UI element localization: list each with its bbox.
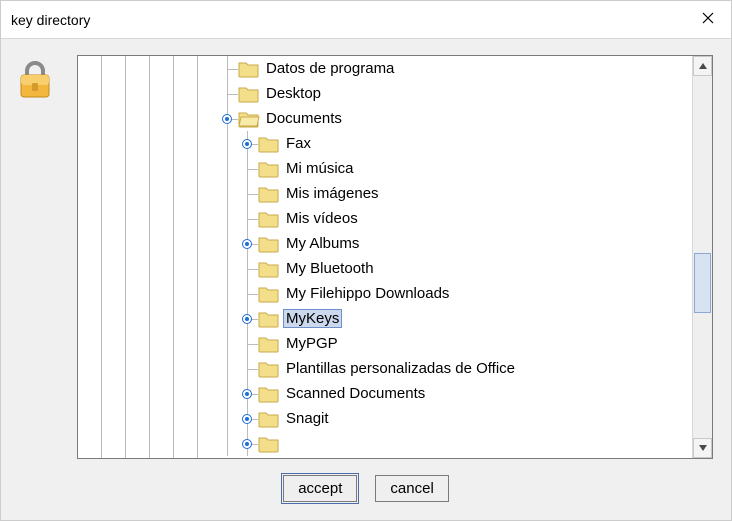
chevron-up-icon — [698, 62, 708, 70]
folder-icon — [258, 435, 280, 453]
tree-node-label: Desktop — [266, 85, 321, 102]
dialog-body: Datos de programa Desktop Documents Fax Mi m… — [1, 39, 731, 463]
tree-node[interactable]: Desktop — [218, 81, 692, 106]
tree-node[interactable]: Mi música — [218, 156, 692, 181]
tree-node[interactable]: Snagit — [218, 406, 692, 431]
folder-icon — [258, 410, 280, 428]
folder-icon — [258, 310, 280, 328]
tree-node-label: Snagit — [286, 410, 329, 427]
close-button[interactable] — [685, 1, 731, 38]
tree-node[interactable]: My Filehippo Downloads — [218, 281, 692, 306]
tree-node-documents[interactable]: Documents — [218, 106, 692, 131]
tree-node-label: Fax — [286, 135, 311, 152]
accept-button[interactable]: accept — [283, 475, 357, 502]
folder-icon — [258, 210, 280, 228]
tree-node[interactable]: Scanned Documents — [218, 381, 692, 406]
tree-node-label: MyKeys — [283, 309, 342, 328]
dialog-button-row: accept cancel — [1, 463, 731, 520]
folder-icon — [258, 260, 280, 278]
folder-icon — [258, 185, 280, 203]
folder-icon — [258, 385, 280, 403]
tree-node-label: My Filehippo Downloads — [286, 285, 449, 302]
tree-node[interactable]: Fax — [218, 131, 692, 156]
tree-node[interactable]: Mis imágenes — [218, 181, 692, 206]
tree-node[interactable]: Datos de programa — [218, 56, 692, 81]
tree-node-label: My Albums — [286, 235, 359, 252]
tree-node[interactable]: Plantillas personalizadas de Office — [218, 356, 692, 381]
dialog-icon-column — [15, 55, 63, 459]
scroll-down-button[interactable] — [693, 438, 712, 458]
folder-icon — [258, 285, 280, 303]
scroll-thumb[interactable] — [694, 253, 711, 313]
scroll-track[interactable] — [693, 76, 712, 438]
tree-node-label: Scanned Documents — [286, 385, 425, 402]
chevron-down-icon — [698, 444, 708, 452]
tree-node-label: MyPGP — [286, 335, 338, 352]
tree-node[interactable]: MyPGP — [218, 331, 692, 356]
cancel-button[interactable]: cancel — [375, 475, 448, 502]
folder-icon — [258, 335, 280, 353]
tree-node-label: Plantillas personalizadas de Office — [286, 360, 515, 377]
directory-tree[interactable]: Datos de programa Desktop Documents Fax Mi m… — [77, 55, 713, 459]
tree-node-label: Documents — [266, 110, 342, 127]
tree-node-label: Datos de programa — [266, 60, 394, 77]
folder-icon — [238, 85, 260, 103]
folder-icon — [258, 235, 280, 253]
lock-icon — [15, 59, 55, 107]
scroll-up-button[interactable] — [693, 56, 712, 76]
tree-node-label: My Bluetooth — [286, 260, 374, 277]
tree-node-label: Mi música — [286, 160, 354, 177]
folder-icon — [258, 360, 280, 378]
tree-node[interactable]: My Albums — [218, 231, 692, 256]
tree-node-cutoff — [218, 431, 692, 456]
tree-node-label: Mis imágenes — [286, 185, 379, 202]
folder-icon — [238, 60, 260, 78]
folder-icon — [258, 160, 280, 178]
close-icon — [702, 11, 714, 29]
tree-node[interactable]: My Bluetooth — [218, 256, 692, 281]
title-bar: key directory — [1, 1, 731, 39]
window-title: key directory — [11, 12, 90, 28]
tree-node-label: Mis vídeos — [286, 210, 358, 227]
folder-icon — [238, 110, 260, 128]
folder-icon — [258, 135, 280, 153]
key-directory-dialog: key directory Datos de p — [0, 0, 732, 521]
tree-node[interactable]: Mis vídeos — [218, 206, 692, 231]
vertical-scrollbar[interactable] — [692, 56, 712, 458]
tree-node[interactable]: MyKeys — [218, 306, 692, 331]
